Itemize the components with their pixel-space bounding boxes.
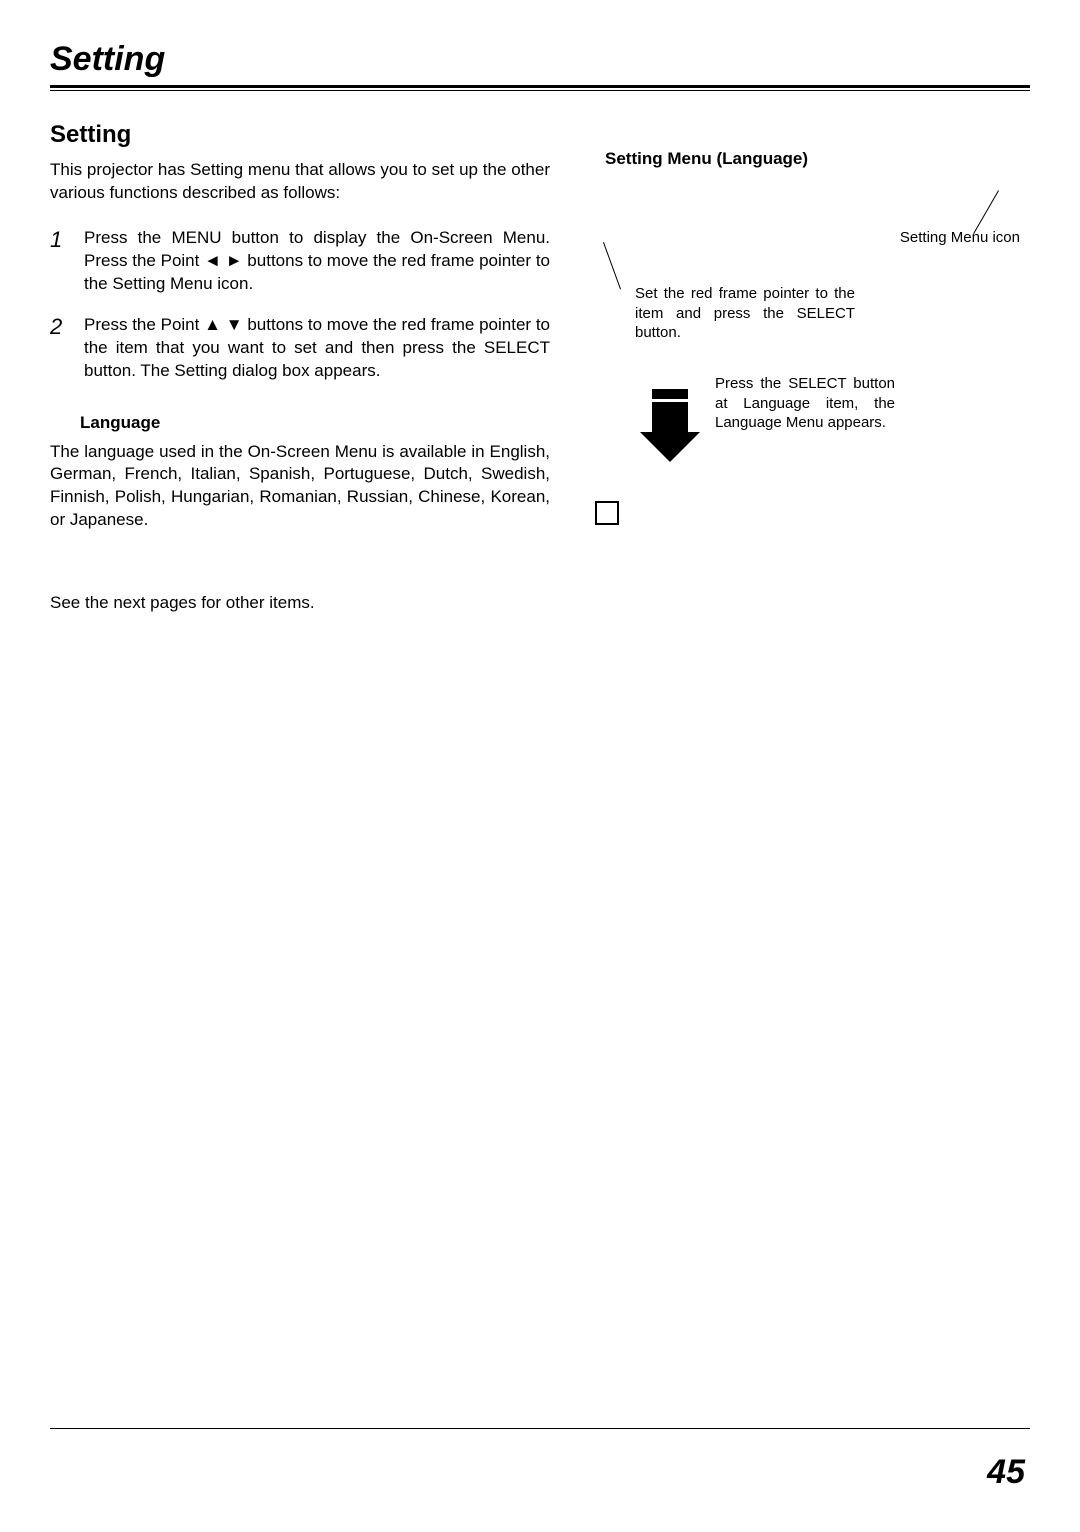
intro-text: This projector has Setting menu that all…	[50, 159, 550, 205]
callout-line-icon	[973, 190, 1000, 234]
footer-divider	[50, 1428, 1030, 1429]
step-1: 1 Press the MENU button to display the O…	[50, 227, 550, 296]
right-column: Setting Menu (Language) Setting Menu ico…	[580, 121, 1030, 635]
callout-setting-menu-icon: Setting Menu icon	[900, 229, 1020, 246]
columns: Setting This projector has Setting menu …	[50, 121, 1030, 635]
page-number: 45	[987, 1453, 1025, 1492]
section-heading: Setting	[50, 121, 550, 149]
step-2: 2 Press the Point ▲ ▼ buttons to move th…	[50, 314, 550, 383]
right-heading: Setting Menu (Language)	[605, 149, 1030, 169]
down-arrow-icon	[640, 389, 700, 462]
step-number: 1	[50, 227, 70, 296]
callout-line-icon	[603, 242, 622, 290]
step-text: Press the Point ▲ ▼ buttons to move the …	[84, 314, 550, 383]
placeholder-box-icon	[595, 501, 619, 525]
page-container: Setting Setting This projector has Setti…	[0, 0, 1080, 1532]
diagram-area: Setting Menu icon Set the red frame poin…	[580, 179, 1030, 479]
callout-red-frame-pointer: Set the red frame pointer to the item an…	[635, 284, 855, 343]
page-title: Setting	[50, 40, 1030, 79]
step-number: 2	[50, 314, 70, 383]
step-text: Press the MENU button to display the On-…	[84, 227, 550, 296]
see-next-text: See the next pages for other items.	[50, 592, 550, 615]
callout-language-menu: Press the SELECT button at Language item…	[715, 374, 895, 433]
left-column: Setting This projector has Setting menu …	[50, 121, 550, 635]
language-subheading: Language	[80, 413, 550, 433]
divider-thin	[50, 90, 1030, 91]
divider-thick	[50, 85, 1030, 88]
language-text: The language used in the On-Screen Menu …	[50, 441, 550, 533]
